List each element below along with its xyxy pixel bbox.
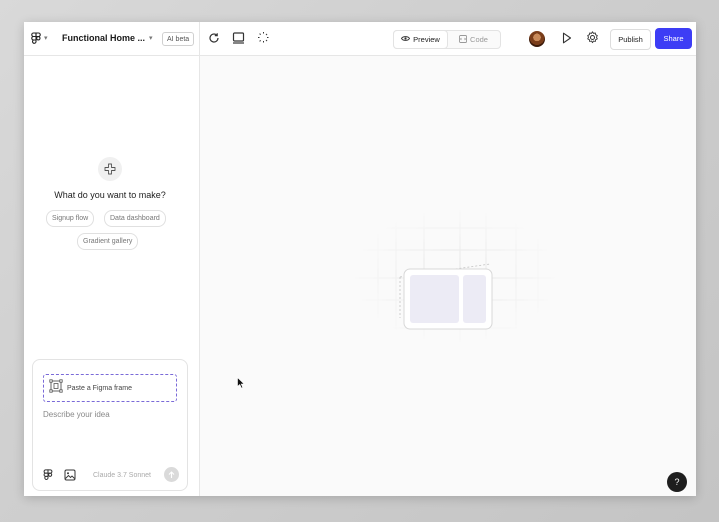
suggestion-chip-signup-flow[interactable]: Signup flow — [46, 210, 95, 227]
image-attach-icon[interactable] — [64, 469, 76, 481]
view-toggle: Preview Code — [393, 30, 501, 49]
tab-preview-label: Preview — [413, 35, 440, 44]
prompt-composer: Paste a Figma frame Describe your idea C… — [32, 359, 188, 491]
tab-code[interactable]: Code — [447, 31, 500, 48]
paste-figma-frame[interactable]: Paste a Figma frame — [43, 374, 177, 402]
share-button[interactable]: Share — [655, 28, 692, 49]
play-icon[interactable] — [562, 32, 572, 44]
create-icon — [98, 157, 122, 181]
send-button[interactable] — [164, 467, 179, 482]
frame-icon — [49, 378, 63, 398]
code-icon — [459, 34, 467, 45]
idea-input[interactable]: Describe your idea — [43, 410, 110, 419]
suggestion-chip-gradient-gallery[interactable]: Gradient gallery — [77, 233, 139, 250]
arrow-up-icon — [168, 466, 175, 484]
left-panel: What do you want to make? Signup flow Da… — [24, 56, 199, 496]
tab-code-label: Code — [470, 35, 488, 44]
chevron-down-icon[interactable]: ▾ — [44, 34, 48, 42]
figma-logo-icon[interactable] — [31, 32, 41, 45]
avatar[interactable] — [529, 31, 545, 47]
device-frame-icon[interactable] — [232, 32, 245, 44]
empty-state-illustration — [350, 206, 560, 346]
mouse-cursor-icon — [237, 376, 245, 394]
preview-canvas[interactable] — [200, 56, 696, 496]
model-selector[interactable]: Claude 3.7 Sonnet — [93, 472, 151, 479]
magic-wand-icon[interactable] — [257, 31, 270, 44]
gear-icon[interactable] — [586, 31, 599, 44]
publish-button[interactable]: Publish — [610, 29, 651, 50]
ai-beta-badge: AI beta — [162, 32, 195, 46]
eye-icon — [401, 35, 411, 44]
tab-preview[interactable]: Preview — [394, 31, 447, 48]
chevron-down-icon[interactable]: ▾ — [149, 34, 153, 42]
project-title[interactable]: Functional Home ... — [62, 33, 145, 43]
suggestion-chip-data-dashboard[interactable]: Data dashboard — [104, 210, 166, 227]
help-button[interactable]: ? — [667, 472, 687, 492]
app-window: ▾ Functional Home ... ▾ AI beta Preview … — [24, 22, 696, 496]
figma-attach-icon[interactable] — [43, 469, 53, 481]
figma-frame-label: Paste a Figma frame — [67, 384, 132, 392]
prompt-title: What do you want to make? — [54, 190, 166, 200]
refresh-icon[interactable] — [208, 32, 220, 44]
top-bar: ▾ Functional Home ... ▾ AI beta Preview … — [24, 22, 696, 56]
